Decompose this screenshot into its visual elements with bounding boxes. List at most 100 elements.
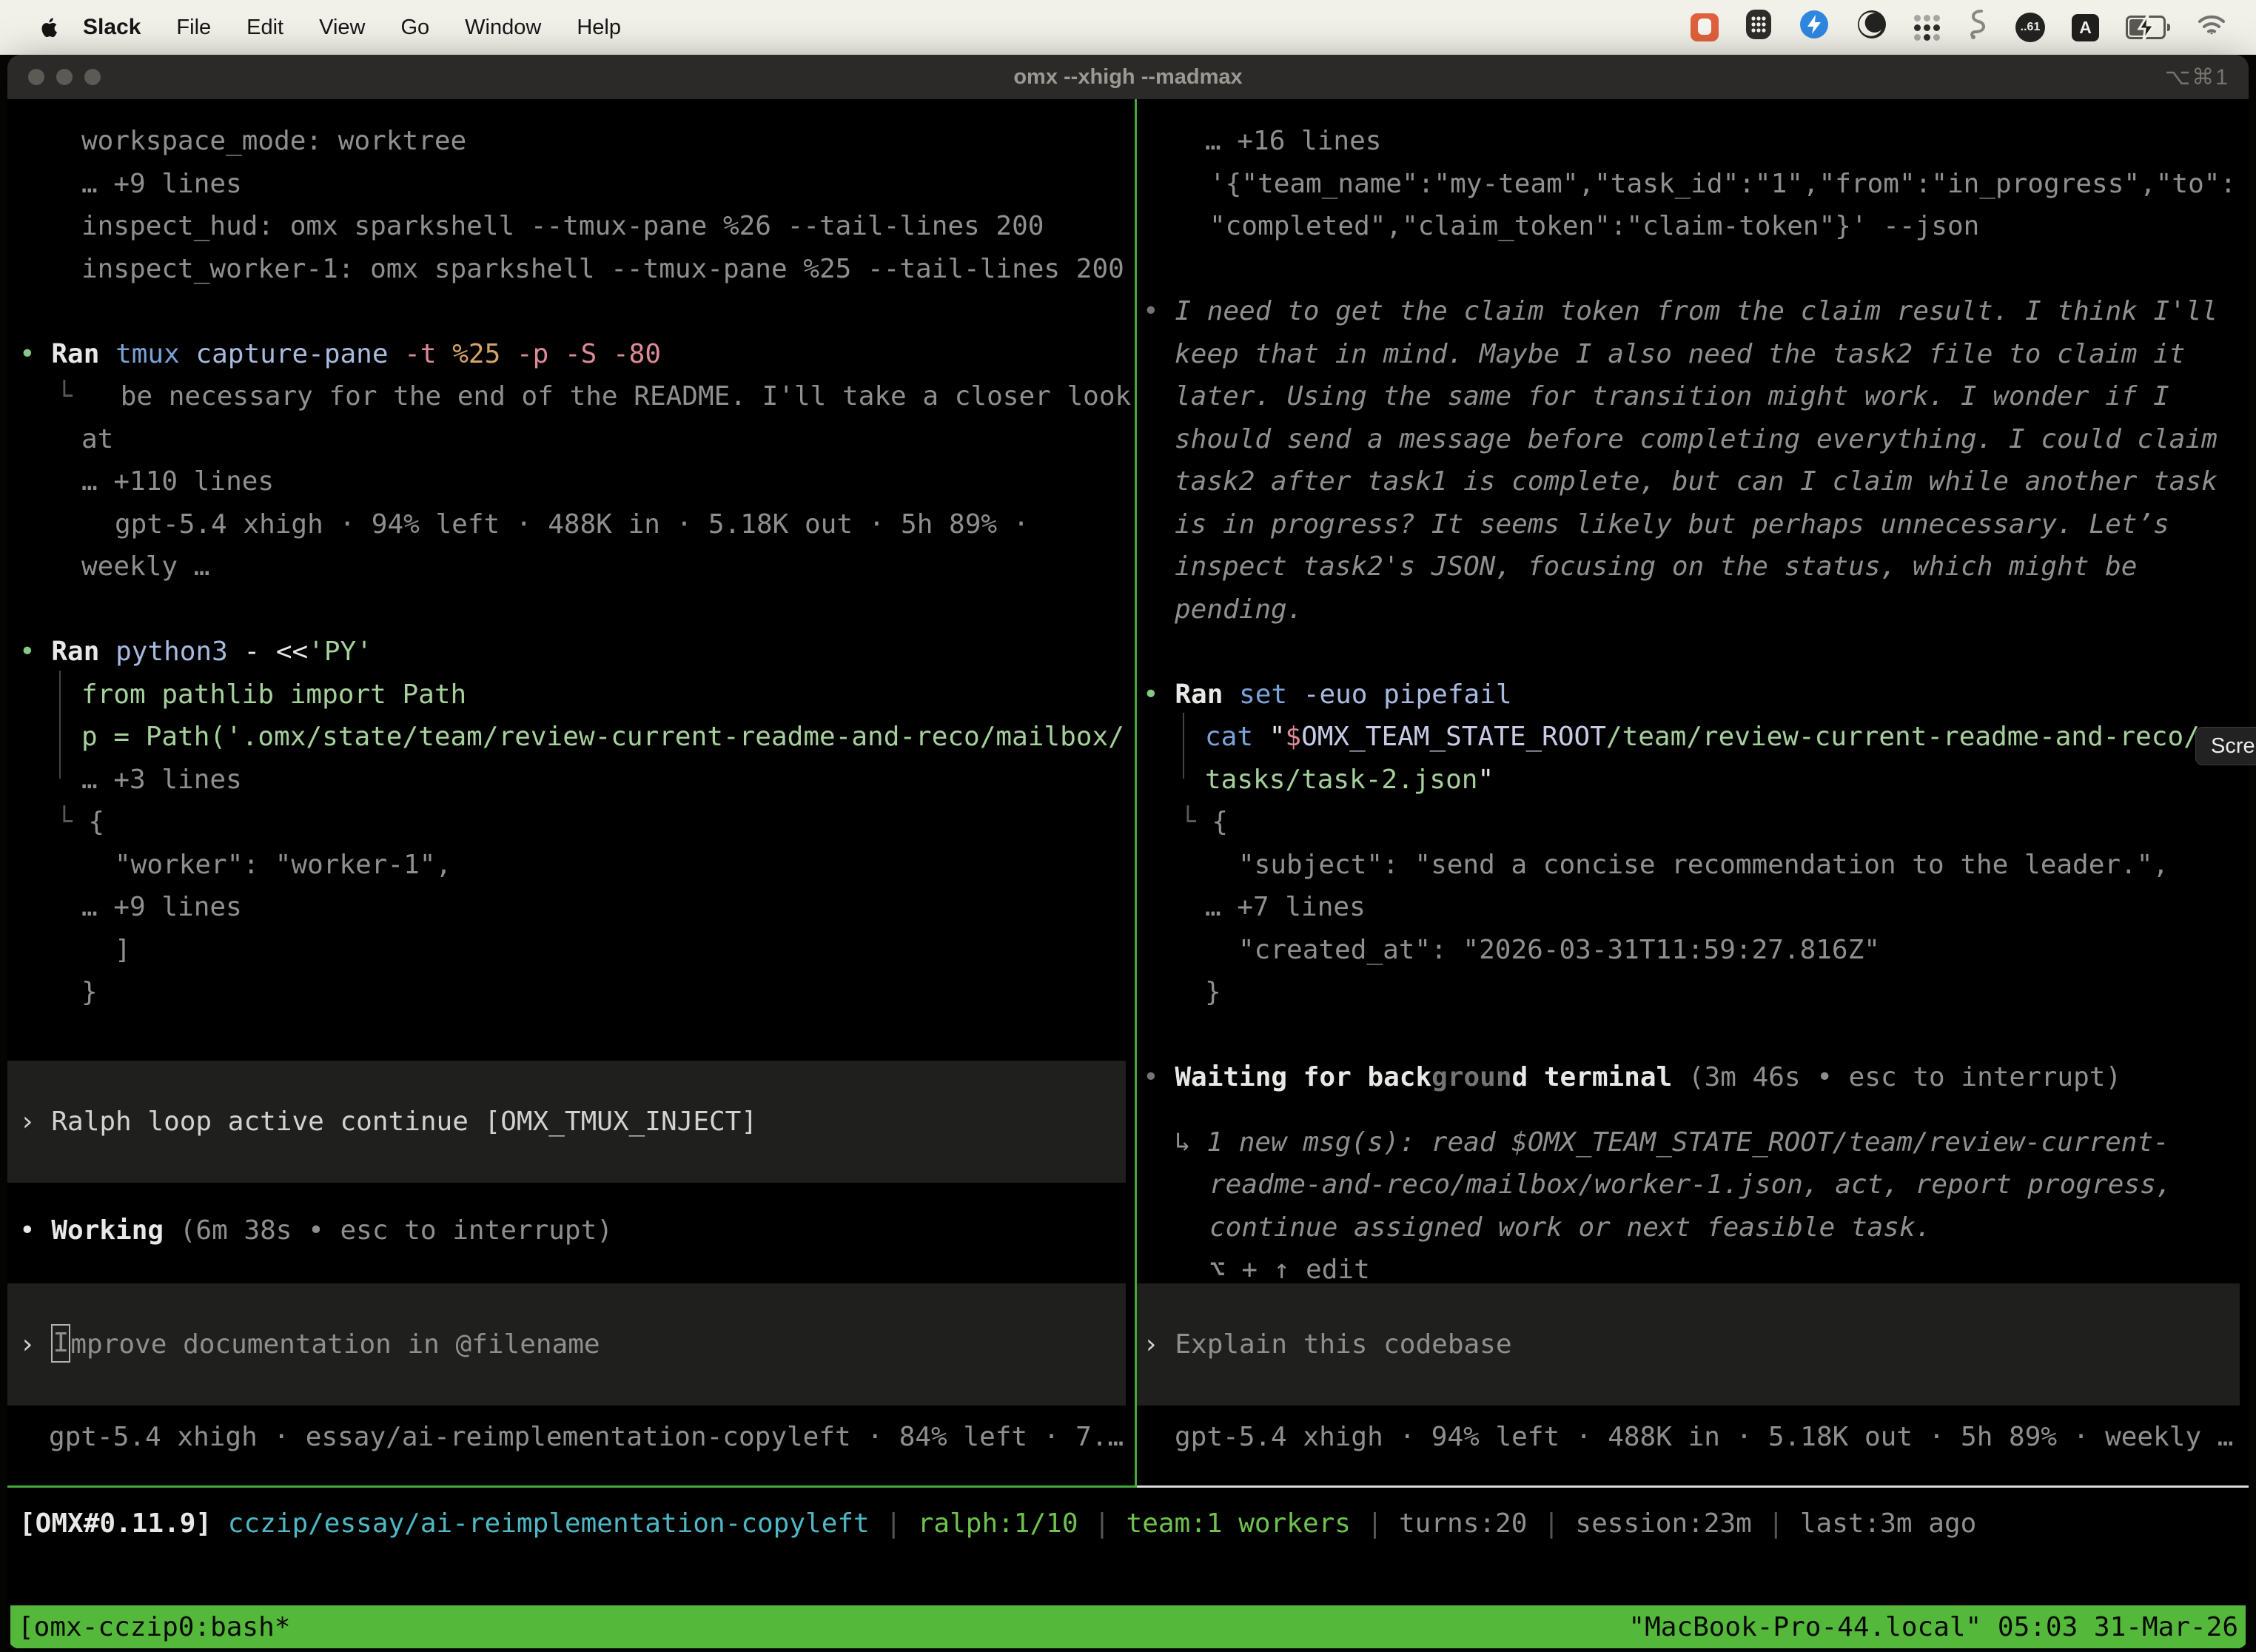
right-session-status: gpt-5.4 xhigh · 94% left · 488K in · 5.1… xyxy=(1137,1410,2249,1485)
text-segment: { xyxy=(88,807,104,837)
text-segment: 'PY' xyxy=(308,637,372,667)
text-segment: • xyxy=(1143,679,1175,710)
terminal-line: › Ralph loop active continue [OMX_TMUX_I… xyxy=(7,1101,757,1144)
terminal-line: continue assigned work or next feasible … xyxy=(1137,1206,2249,1249)
terminal-line: p = Path('.omx/state/team/review-current… xyxy=(7,716,1135,759)
right-prompt-input[interactable]: › Explain this codebase xyxy=(1137,1283,2240,1406)
text-segment: ⌥ + ↑ edit xyxy=(1209,1255,1370,1279)
hud-segment: team:1 workers xyxy=(1127,1508,1351,1539)
text-segment: is in progress? It seems likely but perh… xyxy=(1175,509,2169,540)
terminal-line: workspace_mode: worktree xyxy=(7,120,1135,163)
text-segment: • xyxy=(1143,1062,1175,1092)
text-segment: pending. xyxy=(1175,594,1303,625)
timer-badge[interactable]: ..61 xyxy=(2015,13,2045,42)
terminal-line: later. Using the same for transition mig… xyxy=(1137,375,2249,418)
terminal-line: └ { xyxy=(7,801,1135,844)
text-segment: -euo pipefail xyxy=(1303,679,1512,710)
bolt-app-icon[interactable] xyxy=(1799,9,1830,46)
inline-status-band: › Ralph loop active continue [OMX_TMUX_I… xyxy=(7,1061,1126,1183)
minimize-button[interactable] xyxy=(56,69,73,85)
terminal-line: gpt-5.4 xhigh · 94% left · 488K in · 5.1… xyxy=(7,503,1135,546)
squiggle-icon[interactable] xyxy=(1967,8,1989,47)
omx-hud-pane: [OMX#0.11.9] cczip/essay/ai-reimplementa… xyxy=(7,1488,2249,1605)
text-segment: keep that in mind. Maybe I also need the… xyxy=(1175,339,2185,369)
apple-menu-icon[interactable] xyxy=(40,17,59,38)
terminal-line: • Waiting for background terminal (3m 46… xyxy=(1137,1056,2249,1099)
recording-indicator-icon[interactable] xyxy=(1691,13,1719,41)
text-segment: • xyxy=(19,637,51,667)
keyboard-layout-icon[interactable]: A xyxy=(2072,14,2099,41)
terminal-line: pending. xyxy=(1137,588,2249,631)
text-segment: … +9 lines xyxy=(81,169,242,199)
text-segment: I need to get the claim token from the c… xyxy=(1175,296,2218,326)
terminal-line: cat "$OMX_TEAM_STATE_ROOT/team/review-cu… xyxy=(1137,716,2249,759)
menu-item-file[interactable]: File xyxy=(158,16,229,40)
text-segment: '{"team_name":"my-team","task_id":"1","f… xyxy=(1209,169,2236,199)
dots-grid-icon[interactable] xyxy=(1914,15,1940,41)
terminal-line: keep that in mind. Maybe I also need the… xyxy=(1137,333,2249,376)
terminal-line: readme-and-reco/mailbox/worker-1.json, a… xyxy=(1137,1164,2249,1206)
command-body-block: from pathlib import Pathp = Path('.omx/s… xyxy=(7,674,1135,802)
text-segment: 1 new msg(s): read $OMX_TEAM_STATE_ROOT/… xyxy=(1206,1127,2169,1158)
text-segment: Ralph loop active continue [OMX_TMUX_INJ… xyxy=(51,1107,757,1137)
text-segment: continue assigned work or next feasible … xyxy=(1209,1212,1931,1243)
text-segment: -t xyxy=(404,339,452,369)
battery-charging-icon[interactable] xyxy=(2126,16,2170,39)
text-segment: inspect_worker-1: omx sparkshell --tmux-… xyxy=(81,254,1124,284)
menu-item-view[interactable]: View xyxy=(301,16,383,40)
terminal-line: └ be necessary for the end of the README… xyxy=(7,375,1135,418)
text-segment: /team/review-current-readme-and-reco/ xyxy=(1606,722,2200,752)
terminal-line: … +16 lines xyxy=(1137,120,2249,163)
terminal-line: ↳ 1 new msg(s): read $OMX_TEAM_STATE_ROO… xyxy=(1137,1121,2249,1164)
text-segment: Ran xyxy=(1175,679,1239,710)
prompt-line: › Explain this codebase xyxy=(1137,1323,1512,1366)
terminal-line: └ { xyxy=(1137,801,2249,844)
text-segment: workspace_mode: worktree xyxy=(81,126,466,156)
text-segment: set xyxy=(1239,679,1303,710)
terminal-line: "completed","claim_token":"claim-token"}… xyxy=(1137,205,2249,248)
terminal-line: ⌥ + ↑ edit xyxy=(1137,1249,2249,1279)
left-prompt-input[interactable]: › Improve documentation in @filename xyxy=(7,1283,1126,1406)
text-cursor: I xyxy=(51,1324,70,1363)
menu-item-app[interactable]: Slack xyxy=(67,15,158,40)
wifi-icon[interactable] xyxy=(2197,13,2226,41)
hud-segment: | xyxy=(1752,1508,1800,1539)
hud-segment: [OMX#0.11.9] xyxy=(19,1508,228,1539)
screen-overlay-tooltip: Scre xyxy=(2195,727,2256,765)
text-segment: (6m 38s • esc to interrupt) xyxy=(180,1215,613,1246)
text-segment: %25 xyxy=(452,339,517,369)
terminal-line: inspect task2's JSON, focusing on the st… xyxy=(1137,545,2249,588)
blank-line xyxy=(7,1014,1135,1057)
close-button[interactable] xyxy=(28,69,44,85)
menu-item-window[interactable]: Window xyxy=(447,16,559,40)
terminal-line: weekly … xyxy=(7,545,1135,588)
menu-item-help[interactable]: Help xyxy=(559,16,639,40)
terminal-line: • Working (6m 38s • esc to interrupt) xyxy=(7,1209,1135,1252)
text-segment: { xyxy=(1212,807,1228,837)
crescent-app-icon[interactable] xyxy=(1856,9,1887,46)
text-segment: " xyxy=(1269,722,1286,752)
text-segment: later. Using the same for transition mig… xyxy=(1175,381,2169,412)
terminal-line: ] xyxy=(7,929,1135,972)
input-placeholder-text: Explain this codebase xyxy=(1175,1329,1511,1360)
text-segment: inspect task2's JSON, focusing on the st… xyxy=(1175,551,2137,582)
text-segment: d terminal xyxy=(1512,1062,1688,1092)
prompt-line: › Improve documentation in @filename xyxy=(7,1323,600,1366)
terminal-window: omx --xhigh --madmax ⌥⌘1 workspace_mode:… xyxy=(7,55,2249,1649)
terminal-line: "worker": "worker-1", xyxy=(7,844,1135,887)
omx-status-line: [OMX#0.11.9] cczip/essay/ai-reimplementa… xyxy=(19,1502,2249,1545)
hud-segment: cczip/essay/ai-reimplementation-copyleft xyxy=(228,1508,870,1539)
hud-segment: ralph:1/10 xyxy=(918,1508,1078,1539)
left-terminal-pane[interactable]: workspace_mode: worktree … +9 lines inspec… xyxy=(7,99,1135,1485)
text-segment: " xyxy=(1477,765,1494,795)
menu-item-edit[interactable]: Edit xyxy=(229,16,301,40)
right-terminal-pane[interactable]: … +16 lines '{"team_name":"my-team","task… xyxy=(1137,99,2249,1485)
text-segment: Ran xyxy=(51,637,115,667)
zoom-button[interactable] xyxy=(84,69,101,85)
menu-item-go[interactable]: Go xyxy=(383,16,447,40)
hud-segment: turns:20 xyxy=(1399,1508,1527,1539)
passcode-grid-icon[interactable] xyxy=(1745,9,1772,46)
terminal-line: … +3 lines xyxy=(7,759,1135,802)
tmux-session-window: [omx-cczip0:bash* xyxy=(18,1612,290,1642)
terminal-line: • Ran python3 - <<'PY' xyxy=(7,631,1135,674)
